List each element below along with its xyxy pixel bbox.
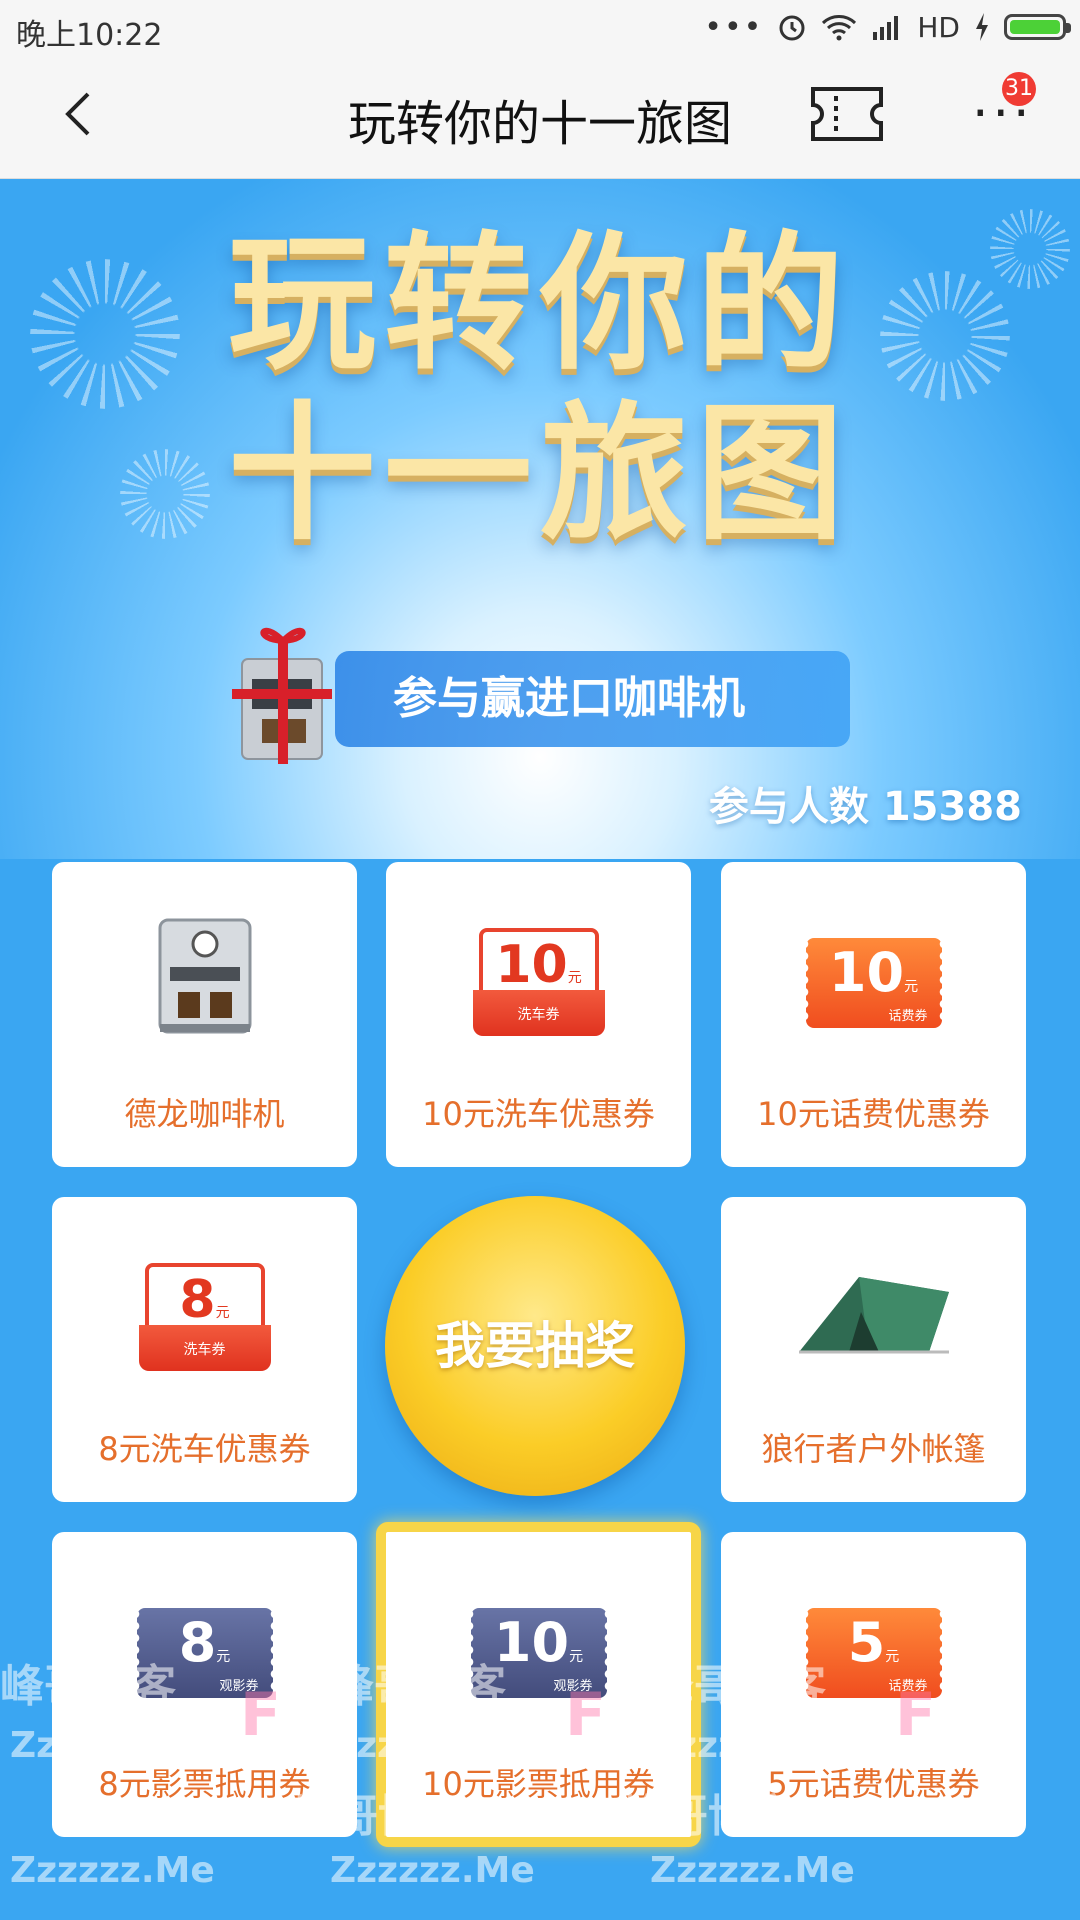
watermark-text: 峰哥博客 (620, 1791, 796, 1842)
coupon-type: 话费券 (888, 1009, 928, 1024)
prize-label: 狼行者户外帐篷 (761, 1430, 986, 1468)
prize-car-wash-coupon-8: 8元 洗车券 8元洗车优惠券 (52, 1197, 357, 1502)
wifi-icon (822, 15, 857, 41)
coupon-unit: 元 (567, 970, 582, 986)
watermark-url: Zzzzzz.Me (650, 1850, 855, 1891)
alarm-icon (779, 15, 805, 41)
watermark-url: Zzzzzz.Me (330, 1850, 535, 1891)
coupon-amount: 8 (179, 1270, 216, 1330)
coffee-machine-icon (158, 918, 251, 1034)
watermark-url: Zzzzzz.Me (330, 1725, 535, 1766)
coupon-unit: 元 (215, 1305, 230, 1321)
watermark-text: 峰哥博客 (290, 1791, 466, 1842)
coupon-amount: 10 (495, 935, 568, 995)
watermark-url: Zzzzzz.Me (10, 1725, 215, 1766)
watermark-text: 峰哥博客 (0, 1661, 176, 1712)
watermark-url: Zzzzzz.Me (650, 1725, 855, 1766)
coupon-amount: 5 (847, 1611, 886, 1674)
signal-icon (873, 16, 899, 40)
status-icons: ••• HD (704, 8, 1071, 46)
coupon-unit: 元 (216, 1649, 231, 1665)
draw-button[interactable]: 我要抽奖 (385, 1196, 685, 1496)
banner-title-line2: 十一旅图 (228, 388, 852, 560)
watermark-url: Zzzzzz.Me (10, 1850, 215, 1891)
coupon-type: 洗车券 (472, 990, 605, 1036)
ticket-icon[interactable] (810, 86, 884, 142)
coupon-unit: 元 (904, 979, 919, 995)
watermark-text: 峰哥博客 (330, 1661, 506, 1712)
page-title: 玩转你的十一旅图 (347, 96, 732, 152)
promo-banner: 参与赢进口咖啡机 (335, 651, 850, 747)
more-dots-icon: ••• (704, 9, 764, 45)
watermark-text: 峰哥博客 (650, 1661, 826, 1712)
prize-coffee-machine: 德龙咖啡机 (52, 862, 357, 1167)
watermark-logo: F (565, 1680, 606, 1750)
coupon-amount: 10 (828, 941, 905, 1004)
banner-title-line1: 玩转你的 (228, 218, 852, 390)
prize-label: 10元洗车优惠券 (422, 1095, 655, 1133)
car-wash-coupon-icon: 8元 洗车券 (138, 1263, 271, 1373)
participant-count: 参与人数 15388 (708, 784, 1022, 830)
tent-icon (798, 1277, 949, 1354)
coupon-unit: 元 (569, 1649, 584, 1665)
phone-credit-coupon-icon: 10元 话费券 (803, 938, 942, 1028)
battery-icon (1004, 14, 1071, 40)
hero-banner: 玩转你的 十一旅图 参与赢进口咖啡机 参与人数 15388 (0, 179, 1080, 859)
charging-icon (976, 13, 988, 41)
status-bar: 晚上10:22 ••• HD (0, 0, 1080, 54)
notification-badge: 31 (1002, 72, 1036, 106)
car-wash-coupon-icon: 10元 洗车券 (472, 928, 605, 1038)
prize-label: 德龙咖啡机 (124, 1095, 285, 1133)
coupon-amount: 8 (178, 1611, 217, 1674)
status-time: 晚上10:22 (16, 18, 163, 53)
prize-tent: 狼行者户外帐篷 (721, 1197, 1026, 1502)
prize-label: 8元洗车优惠券 (98, 1430, 311, 1468)
prize-label: 10元话费优惠券 (757, 1095, 990, 1133)
coupon-unit: 元 (885, 1649, 900, 1665)
watermark-logo: F (895, 1680, 936, 1750)
prize-phone-credit-coupon-10: 10元 话费券 10元话费优惠券 (721, 862, 1026, 1167)
coupon-type: 洗车券 (138, 1325, 271, 1371)
prize-car-wash-coupon-10: 10元 洗车券 10元洗车优惠券 (386, 862, 691, 1167)
coffee-machine-gift-icon (232, 627, 332, 764)
nav-bar: 玩转你的十一旅图 ··· 31 (0, 54, 1080, 179)
watermark-logo: F (240, 1680, 281, 1750)
network-type: HD (917, 10, 960, 44)
